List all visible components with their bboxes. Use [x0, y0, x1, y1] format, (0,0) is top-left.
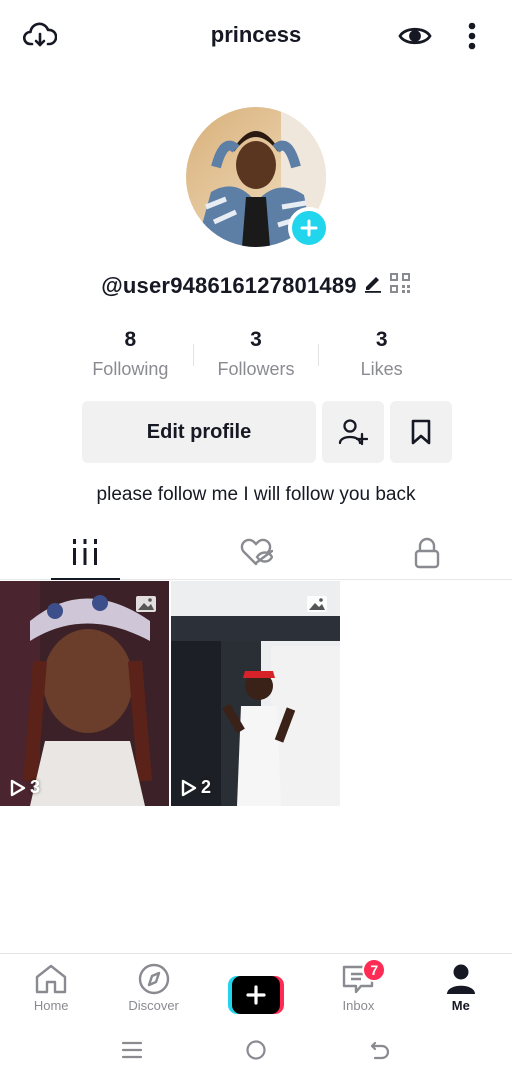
recent-apps-icon[interactable] [121, 1040, 143, 1065]
more-vertical-icon[interactable] [454, 18, 490, 54]
profile-actions: Edit profile [82, 401, 452, 463]
tab-private[interactable] [341, 530, 512, 579]
tab-liked[interactable] [171, 530, 342, 579]
stat-label: Followers [217, 359, 295, 379]
nav-discover[interactable]: Discover [102, 954, 204, 1025]
post-tile[interactable]: 2 [171, 581, 340, 806]
nav-create[interactable] [205, 954, 307, 1025]
username: @user948616127801489 [101, 272, 357, 298]
videos-grid-icon [73, 539, 98, 565]
back-icon[interactable] [369, 1040, 391, 1065]
image-icon [307, 596, 327, 612]
view-count-text: 3 [30, 777, 41, 797]
edit-pencil-icon[interactable] [363, 273, 383, 298]
view-count: 2 [181, 777, 211, 798]
stat-label: Likes [360, 359, 403, 379]
add-avatar-button[interactable] [288, 207, 330, 249]
bookmark-icon [411, 419, 431, 445]
posts-grid: 3 2 [0, 581, 512, 806]
plus-icon [300, 219, 318, 237]
nav-label: Discover [128, 998, 179, 1013]
avatar-container[interactable] [186, 107, 330, 249]
inbox-badge: 7 [362, 958, 387, 982]
person-icon [446, 964, 475, 994]
compass-icon [138, 963, 169, 995]
nav-label: Home [33, 998, 69, 1013]
nav-label: Me [451, 998, 470, 1013]
view-count-text: 2 [201, 777, 212, 797]
create-button[interactable] [228, 976, 285, 1014]
stat-value: 8 [124, 328, 137, 351]
content-tabs [0, 530, 512, 580]
play-icon [10, 779, 26, 796]
add-friend-icon [338, 419, 368, 446]
nav-me[interactable]: Me [410, 954, 512, 1025]
image-icon [136, 596, 156, 612]
nav-label: Inbox [342, 998, 375, 1013]
edit-profile-button[interactable]: Edit profile [82, 401, 316, 463]
stat-following[interactable]: 8 Following [68, 328, 193, 380]
add-friend-button[interactable] [322, 401, 384, 463]
bio-text: please follow me I will follow you back [96, 484, 416, 505]
stat-value: 3 [250, 328, 262, 351]
tab-videos[interactable] [0, 530, 171, 580]
username-row: @user948616127801489 [0, 272, 512, 299]
system-nav-bar [0, 1025, 512, 1080]
stats-row: 8 Following 3 Followers 3 Likes [68, 328, 444, 380]
nav-inbox[interactable]: 7 Inbox [307, 954, 409, 1025]
post-tile[interactable]: 3 [0, 581, 169, 806]
home-icon [36, 964, 67, 994]
bookmark-button[interactable] [390, 401, 452, 463]
bottom-nav: Home Discover 7 Inbox Me [0, 953, 512, 1025]
play-icon [181, 779, 197, 796]
stat-likes[interactable]: 3 Likes [319, 328, 444, 380]
home-button-icon[interactable] [245, 1039, 267, 1066]
photo-type-icon [135, 595, 157, 618]
page-title: princess [210, 22, 302, 47]
view-count: 3 [10, 777, 40, 798]
nav-home[interactable]: Home [0, 954, 102, 1025]
eye-icon[interactable] [397, 18, 433, 54]
stat-value: 3 [375, 328, 388, 351]
lock-icon [414, 537, 439, 569]
plus-icon [246, 985, 266, 1005]
liked-hidden-icon [240, 538, 273, 566]
stat-followers[interactable]: 3 Followers [194, 328, 319, 380]
stat-label: Following [92, 359, 169, 379]
qr-code-icon[interactable] [389, 272, 411, 299]
top-bar: princess [0, 0, 512, 72]
photo-type-icon [306, 595, 328, 618]
